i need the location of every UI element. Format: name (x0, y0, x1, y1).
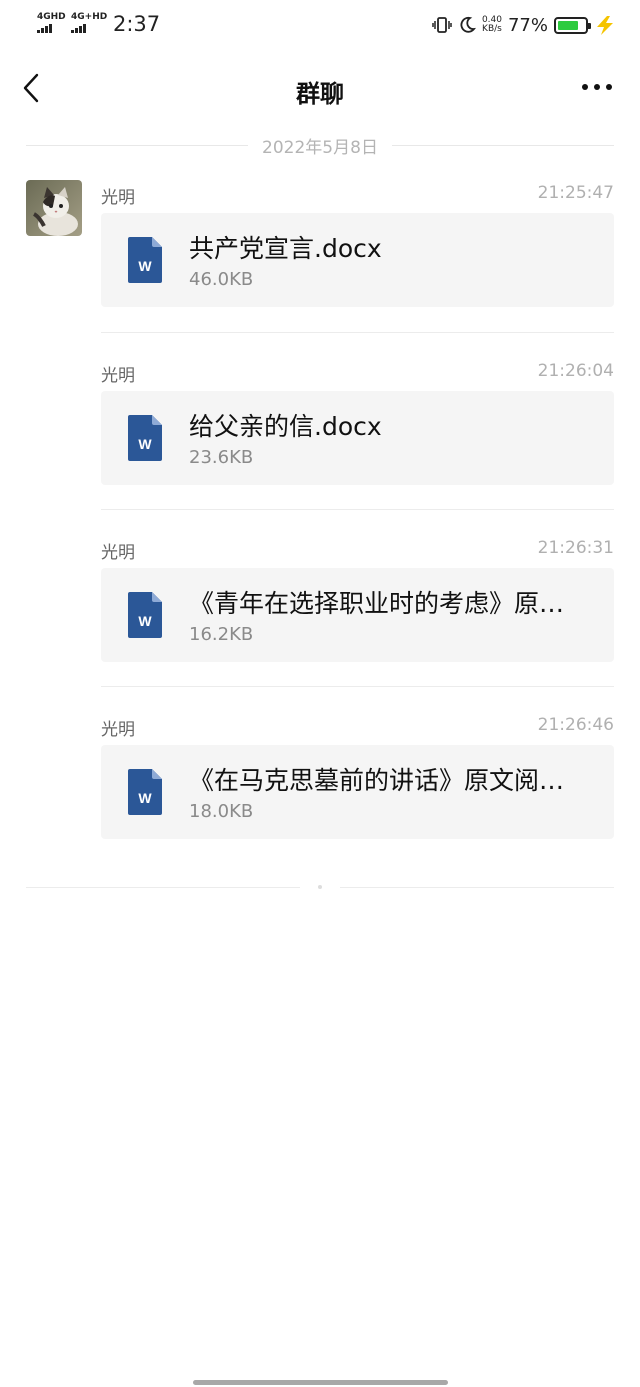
file-size: 16.2KB (189, 624, 254, 645)
status-right: 0.40 KB/s 77% (432, 12, 616, 38)
divider (101, 509, 614, 510)
word-file-icon: W (128, 769, 162, 815)
cat-avatar-image (26, 180, 82, 236)
word-file-icon: W (128, 415, 162, 461)
avatar[interactable] (26, 180, 82, 236)
charging-bolt-icon (597, 16, 613, 35)
file-size: 23.6KB (189, 447, 254, 468)
divider (101, 686, 614, 687)
message-time: 21:25:47 (537, 183, 614, 203)
sender-name: 光明 (101, 366, 135, 386)
moon-icon (460, 16, 476, 33)
message-time: 21:26:31 (537, 538, 614, 558)
signal-1: 4GHD (37, 13, 66, 33)
signal-bars-icon (37, 24, 66, 33)
file-name: 共产党宣言.docx (189, 234, 382, 263)
word-letter: W (138, 258, 152, 274)
file-card[interactable]: W 给父亲的信.docx 23.6KB (101, 391, 614, 485)
file-card[interactable]: W 《青年在选择职业时的考虑》原… 16.2KB (101, 568, 614, 662)
battery-icon (554, 16, 591, 34)
word-file-icon: W (128, 592, 162, 638)
word-file-icon: W (128, 237, 162, 283)
sender-name: 光明 (101, 188, 135, 208)
file-size: 46.0KB (189, 269, 254, 290)
home-indicator[interactable] (193, 1380, 448, 1385)
file-name: 《在马克思墓前的讲话》原文阅… (189, 766, 565, 795)
sender-name: 光明 (101, 543, 135, 563)
file-card[interactable]: W 共产党宣言.docx 46.0KB (101, 213, 614, 307)
file-card[interactable]: W 《在马克思墓前的讲话》原文阅… 18.0KB (101, 745, 614, 839)
network-speed: 0.40 KB/s (482, 16, 502, 34)
signal-1-label: 4GHD (37, 12, 66, 22)
word-letter: W (138, 613, 152, 629)
page-title: 群聊 (296, 80, 344, 108)
word-letter: W (138, 790, 152, 806)
speed-unit: KB/s (482, 24, 502, 34)
message-time: 21:26:46 (537, 715, 614, 735)
end-of-list-separator (26, 882, 614, 892)
signal-2: 4G+HD (71, 13, 107, 33)
word-letter: W (138, 436, 152, 452)
status-bar: 4GHD 4G+HD 2:37 0.40 KB/s 77% (0, 0, 640, 50)
file-name: 《青年在选择职业时的考虑》原… (189, 589, 565, 618)
signal-2-label: 4G+HD (71, 12, 108, 22)
message-time: 21:26:04 (537, 361, 614, 381)
date-separator: 2022年5月8日 (26, 130, 614, 160)
more-button[interactable] (582, 84, 612, 90)
more-icon (582, 84, 588, 90)
divider (101, 332, 614, 333)
vibrate-icon (432, 17, 452, 33)
signal-bars-icon (71, 24, 107, 33)
chat-screen: 4GHD 4G+HD 2:37 0.40 KB/s 77% 群聊 2022年5月… (0, 0, 640, 1387)
nav-bar: 群聊 (0, 60, 640, 120)
file-name: 给父亲的信.docx (189, 412, 382, 441)
battery-percent: 77% (507, 14, 548, 36)
sender-name: 光明 (101, 720, 135, 740)
file-size: 18.0KB (189, 801, 254, 822)
date-label: 2022年5月8日 (262, 137, 378, 158)
clock: 2:37 (113, 12, 161, 36)
